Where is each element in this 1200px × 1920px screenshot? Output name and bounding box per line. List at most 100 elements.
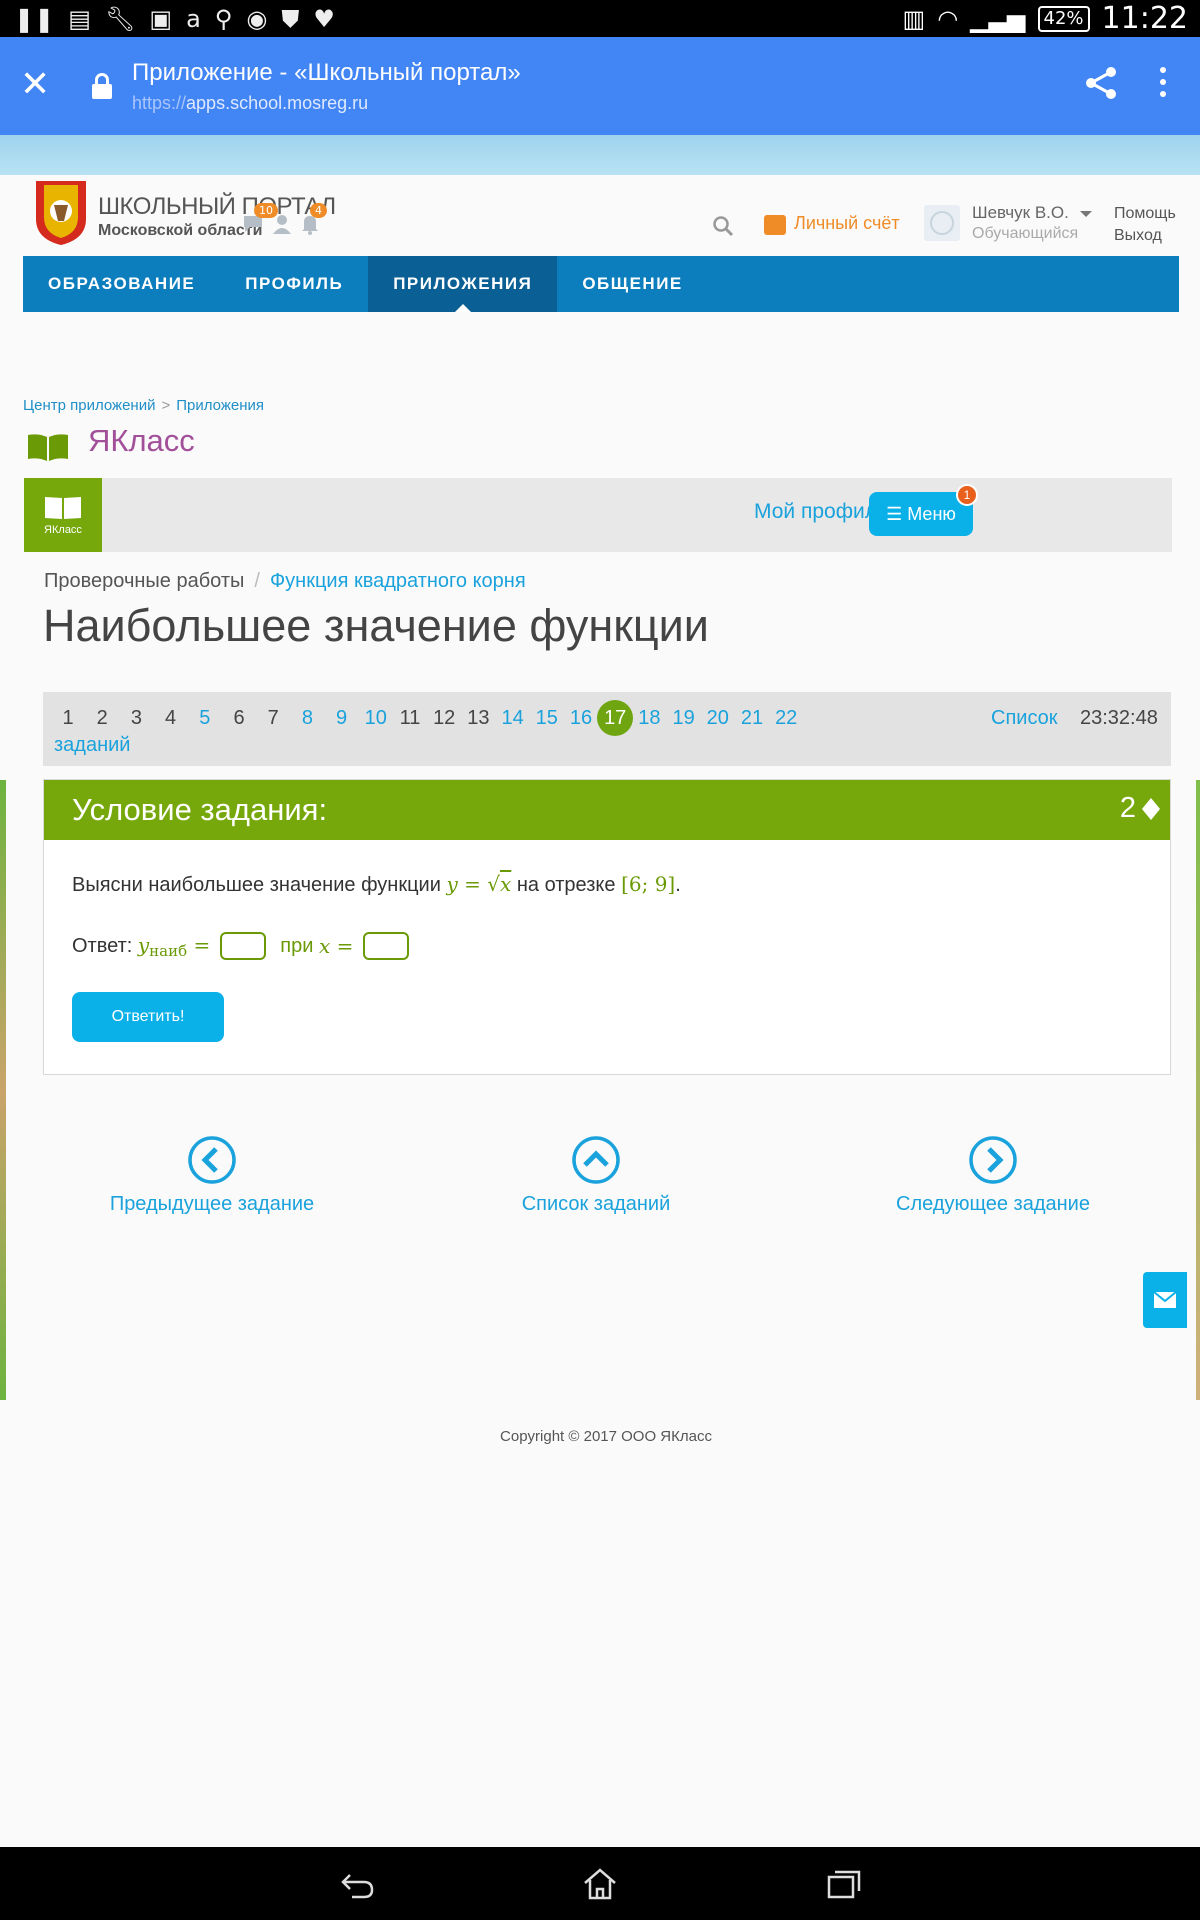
user-name[interactable]: Шевчук В.О.: [972, 203, 1069, 223]
nav-apps[interactable]: ПРИЛОЖЕНИЯ: [368, 256, 558, 312]
home-icon[interactable]: [582, 1867, 618, 1901]
prev-task-link[interactable]: Предыдущее задание: [102, 1135, 322, 1216]
wrench-icon: 🔧︎: [104, 5, 136, 33]
close-icon[interactable]: ✕: [20, 67, 50, 103]
pager-item-17[interactable]: 17: [597, 700, 634, 736]
page-content: ШКОЛЬНЫЙ ПОРТАЛ Московской области 10 4 …: [6, 175, 1196, 1847]
pager-item-6[interactable]: 6: [221, 700, 257, 736]
task-pager: Список заданий 23:32:48 1 2 3 4 5 6 7 8 9 10 11 12 1…: [43, 692, 1171, 766]
wallet-icon[interactable]: [764, 215, 786, 235]
pager-item-8[interactable]: 8: [289, 700, 325, 736]
yaklass-logo[interactable]: ЯКласс: [24, 478, 102, 552]
envelope-icon: [1153, 1291, 1177, 1308]
background-decoration-right: [1196, 780, 1200, 1400]
copyright: Copyright © 2017 ООО ЯКласс: [500, 1428, 712, 1445]
breadcrumb-apps[interactable]: Приложения: [176, 397, 264, 414]
search-icon[interactable]: [712, 215, 734, 237]
pager-item-5[interactable]: 5: [187, 700, 223, 736]
breadcrumb-tests[interactable]: Проверочные работы: [44, 570, 244, 592]
pager-item-7[interactable]: 7: [255, 700, 291, 736]
next-task-link[interactable]: Следующее задание: [878, 1135, 1108, 1216]
answer-variable: yнаиб =: [137, 932, 211, 960]
task-list-link[interactable]: Список: [991, 700, 1058, 736]
status-icons-right: ▥ ◠ ▁▃▅ 42% 11:22: [903, 2, 1189, 36]
pause-icon: ❚❚: [14, 5, 55, 33]
friends-icon[interactable]: [270, 213, 294, 235]
image-icon: ▣: [149, 5, 173, 33]
heart-icon: ♥: [313, 5, 335, 33]
chevron-left-icon: [188, 1136, 236, 1184]
pager-item-10[interactable]: 10: [358, 700, 394, 736]
breadcrumb-app-center[interactable]: Центр приложений: [23, 397, 155, 414]
task-header: Условие задания: 2: [44, 780, 1170, 840]
pager-item-3[interactable]: 3: [118, 700, 154, 736]
yaklass-logo-text: ЯКласс: [44, 524, 82, 536]
search-icon: ⚲: [214, 5, 233, 33]
share-icon[interactable]: [1084, 65, 1118, 101]
a-icon: a: [186, 5, 201, 33]
menu-label: Меню: [907, 504, 956, 524]
task-list-nav-link[interactable]: Список заданий: [496, 1135, 696, 1216]
task-question: Выясни наибольшее значение функции y = √…: [72, 872, 681, 896]
lock-icon: [92, 73, 112, 99]
hamburger-icon: ☰: [886, 504, 908, 524]
browser-url[interactable]: https://apps.school.mosreg.ru: [132, 93, 368, 114]
back-icon[interactable]: [340, 1867, 376, 1901]
pager-item-1[interactable]: 1: [50, 700, 86, 736]
status-icons-left: ❚❚ ▤ 🔧︎ ▣ a ⚲ ◉ ⛊ ♥: [14, 4, 335, 34]
portal-subtitle: Московской области: [98, 222, 263, 239]
logout-link[interactable]: Выход: [1114, 227, 1162, 245]
signal-icon: ▁▃▅: [970, 5, 1026, 33]
notifications-icon[interactable]: 4: [298, 203, 327, 235]
pager-item-9[interactable]: 9: [324, 700, 360, 736]
pager-item-15[interactable]: 15: [529, 700, 565, 736]
pager-item-4[interactable]: 4: [153, 700, 189, 736]
submit-answer-button[interactable]: Ответить!: [72, 992, 224, 1042]
at-variable: x =: [318, 934, 354, 958]
my-profile-link[interactable]: Мой профиль: [754, 500, 888, 524]
page-title: Наибольшее значение функции: [43, 600, 709, 651]
more-menu-icon[interactable]: [1160, 67, 1168, 103]
menu-badge: 1: [956, 484, 978, 506]
pager-item-11[interactable]: 11: [392, 700, 428, 736]
help-link[interactable]: Помощь: [1114, 205, 1176, 223]
messages-icon[interactable]: 10: [242, 203, 278, 235]
notifications-badge: 4: [310, 203, 327, 218]
answer-x-input[interactable]: [363, 932, 410, 960]
sd-card-icon: ▥: [902, 5, 926, 33]
answer-max-value-input[interactable]: [220, 932, 267, 960]
task-card: Условие задания: 2 Выясни наибольшее зна…: [43, 779, 1171, 1075]
pager-item-14[interactable]: 14: [495, 700, 531, 736]
nav-education[interactable]: ОБРАЗОВАНИЕ: [23, 256, 220, 312]
pager-item-16[interactable]: 16: [563, 700, 599, 736]
pager-item-21[interactable]: 21: [734, 700, 770, 736]
breadcrumb-topic[interactable]: Функция квадратного корня: [270, 570, 526, 592]
task-breadcrumb: Проверочные работы / Функция квадратного к…: [44, 570, 526, 592]
system-navigation-bar: [0, 1847, 1200, 1920]
chevron-down-icon[interactable]: [1080, 211, 1092, 217]
nav-profile[interactable]: ПРОФИЛЬ: [220, 256, 368, 312]
browser-toolbar: ✕ Приложение - «Школьный портал» https:/…: [0, 37, 1200, 135]
moscow-region-emblem[interactable]: [30, 175, 92, 247]
shield-icon: ⛊: [281, 5, 300, 33]
app-title: ЯКласс: [88, 423, 195, 458]
pager-item-12[interactable]: 12: [426, 700, 462, 736]
timer: 23:32:48: [1080, 707, 1158, 729]
chevron-up-icon: [572, 1136, 620, 1184]
browser-page-title: Приложение - «Школьный портал»: [132, 59, 521, 86]
personal-account-link[interactable]: Личный счёт: [794, 213, 900, 234]
diamond-icon: [1142, 798, 1160, 820]
feedback-mail-button[interactable]: [1143, 1272, 1187, 1328]
pager-item-18[interactable]: 18: [631, 700, 667, 736]
answer-row: Ответ: yнаиб = при x =: [72, 932, 423, 960]
recent-apps-icon[interactable]: [826, 1867, 862, 1901]
location-icon: ◉: [246, 5, 268, 33]
pager-item-2[interactable]: 2: [84, 700, 120, 736]
pager-item-22[interactable]: 22: [768, 700, 804, 736]
pager-item-13[interactable]: 13: [460, 700, 496, 736]
book-icon: [28, 434, 68, 461]
nav-communication[interactable]: ОБЩЕНИЕ: [557, 256, 707, 312]
avatar[interactable]: [924, 205, 960, 241]
pager-item-20[interactable]: 20: [700, 700, 736, 736]
pager-item-19[interactable]: 19: [666, 700, 702, 736]
